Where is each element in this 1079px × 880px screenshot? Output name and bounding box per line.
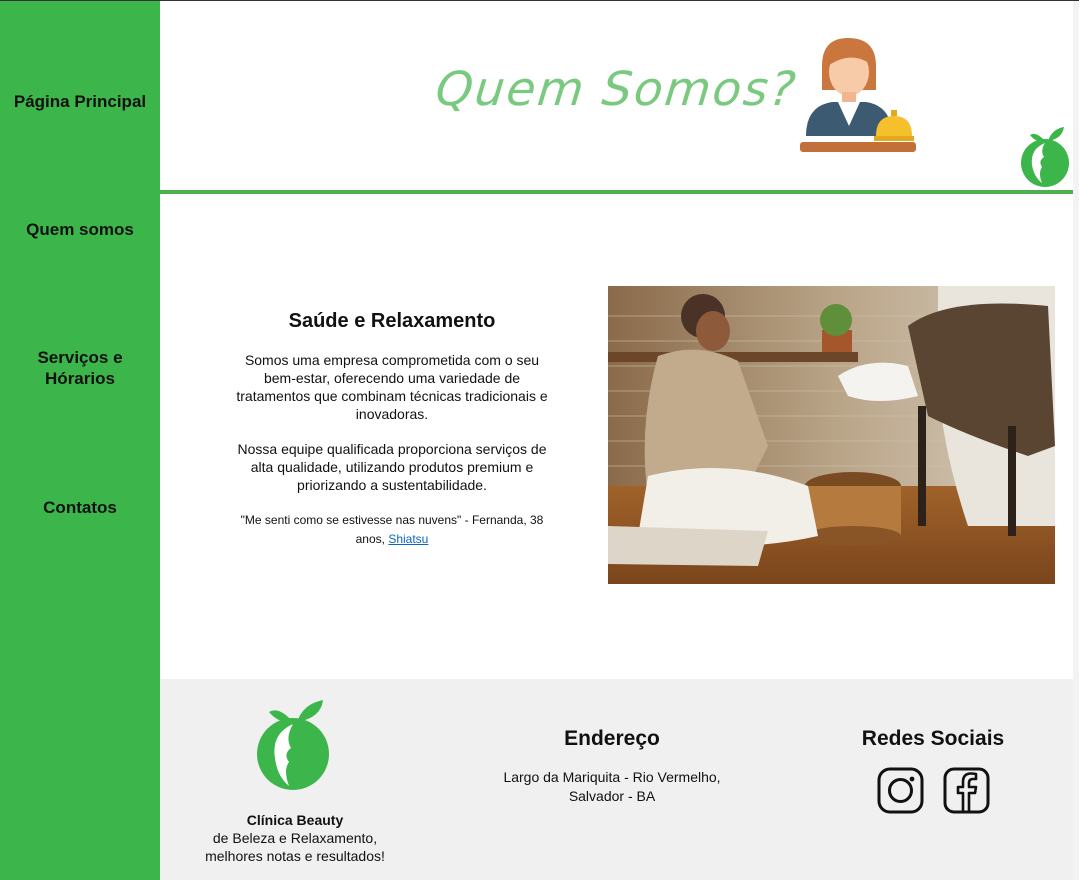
testimonial: "Me senti como se estivesse nas nuvens" … — [236, 511, 548, 549]
receptionist-icon — [800, 38, 916, 152]
about-section: Saúde e Relaxamento Somos uma empresa co… — [236, 310, 548, 549]
nav-item-contatos[interactable]: Contatos — [0, 497, 160, 518]
page-title: Quem Somos? — [433, 62, 800, 117]
footer-logo-icon — [257, 700, 329, 790]
leaf-face-logo-icon — [1021, 127, 1069, 187]
address-line-1: Largo da Mariquita - Rio Vermelho, — [503, 769, 721, 785]
address-title: Endereço — [564, 727, 660, 750]
sidebar-nav: Página Principal Quem somos Serviços e H… — [0, 1, 160, 880]
scrollbar-track[interactable] — [1073, 1, 1079, 880]
spa-foot-bath-photo — [608, 286, 1055, 584]
address-line-2: Salvador - BA — [568, 788, 656, 804]
facebook-icon[interactable] — [943, 767, 990, 814]
footer-brand: Clínica Beauty de Beleza e Relaxamento, … — [195, 811, 395, 865]
instagram-icon[interactable] — [877, 767, 924, 814]
brand-tagline-1: de Beleza e Relaxamento, — [212, 830, 378, 846]
nav-item-servicos-horarios[interactable]: Serviços e Hórarios — [0, 347, 160, 389]
address: Largo da Mariquita - Rio Vermelho, Salva… — [492, 768, 732, 806]
nav-item-pagina-principal[interactable]: Página Principal — [0, 91, 160, 112]
brand-name: Clínica Beauty — [246, 812, 344, 828]
about-paragraph-2: Nossa equipe qualificada proporciona ser… — [237, 441, 547, 493]
header-divider — [160, 190, 1073, 194]
section-title: Saúde e Relaxamento — [288, 310, 496, 332]
nav-item-quem-somos[interactable]: Quem somos — [0, 219, 160, 240]
shiatsu-link[interactable]: Shiatsu — [388, 532, 428, 546]
brand-tagline-2: melhores notas e resultados! — [205, 848, 385, 864]
about-paragraph-1: Somos uma empresa comprometida com o seu… — [236, 352, 548, 422]
social-title: Redes Sociais — [861, 727, 1005, 750]
